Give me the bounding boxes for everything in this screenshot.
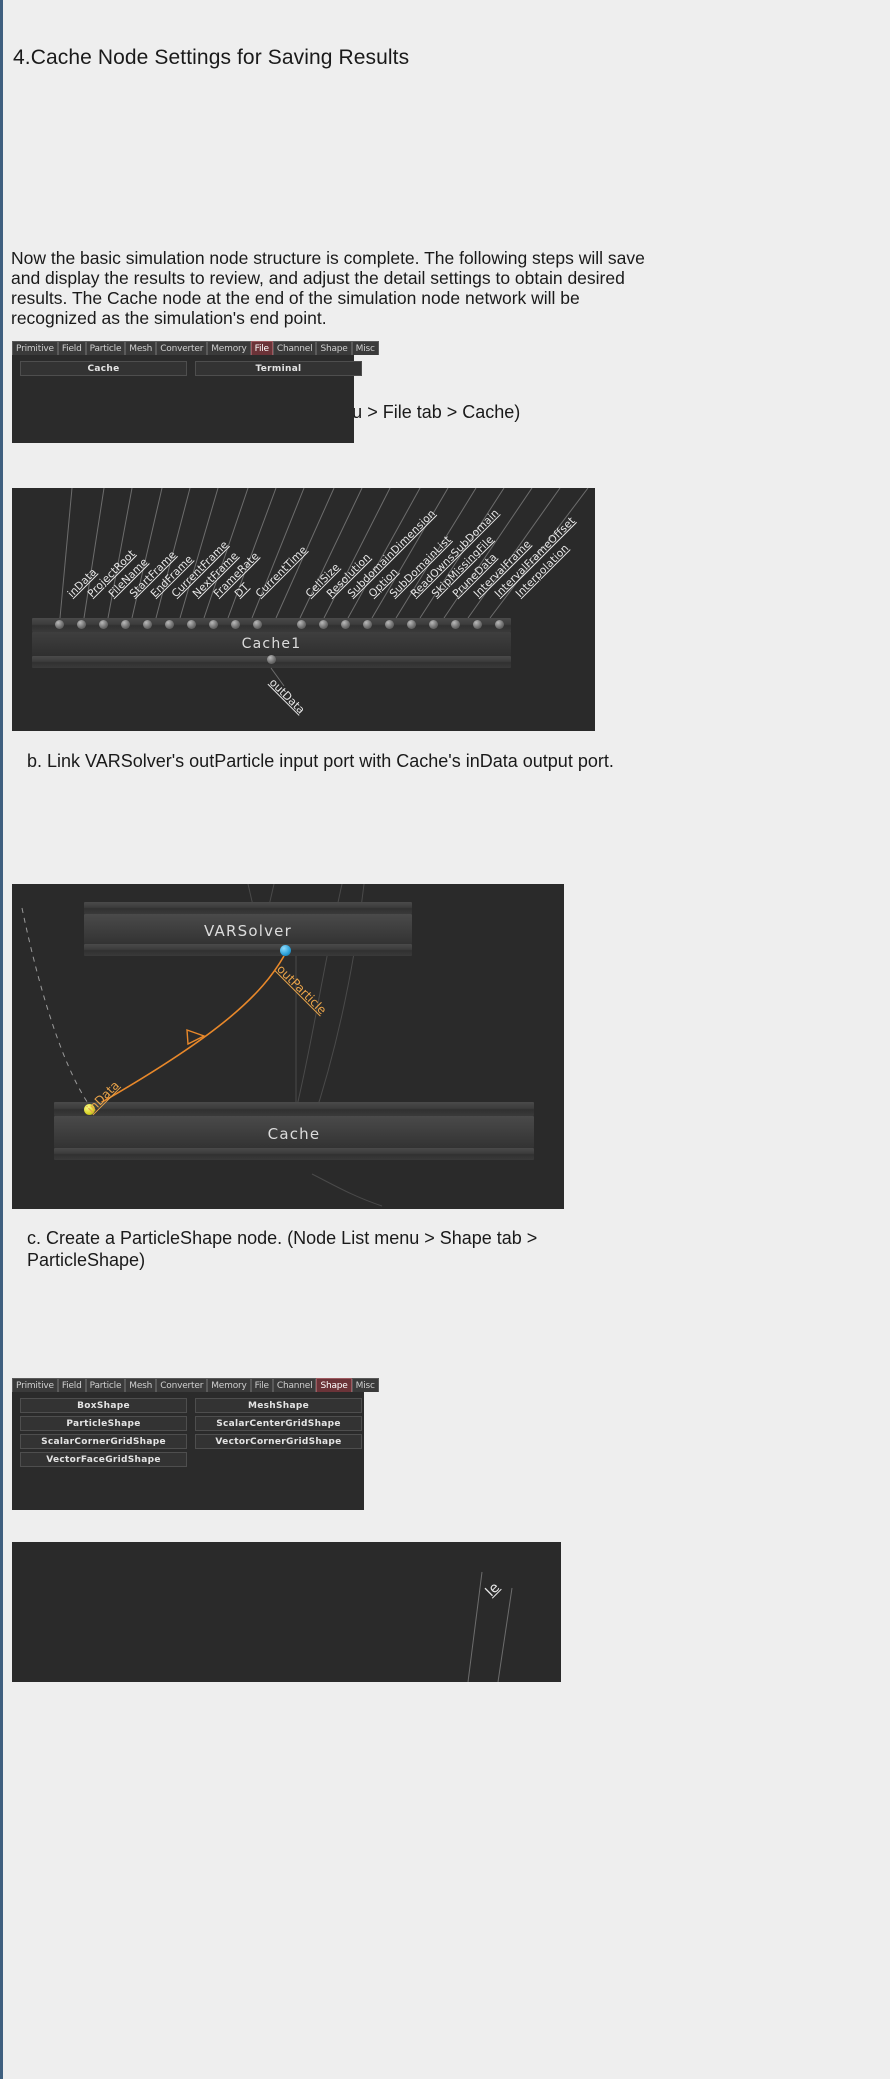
node-list-tabstrip-shape[interactable]: Primitive Field Particle Mesh Converter … <box>12 1378 379 1392</box>
tab-mesh-shape[interactable]: Mesh <box>125 1378 157 1392</box>
tab-particle[interactable]: Particle <box>85 341 126 355</box>
tab-channel[interactable]: Channel <box>272 341 317 355</box>
cache-link-node-title: Cache <box>267 1125 321 1143</box>
varsolver-node-output-bar[interactable] <box>84 944 412 956</box>
tab-misc[interactable]: Misc <box>351 341 379 355</box>
link-node-graph[interactable]: VARSolver outParticle inData Cache <box>12 884 564 1209</box>
node-list-menu-file[interactable]: Primitive Field Particle Mesh Converter … <box>12 341 379 443</box>
tab-shape-shape[interactable]: Shape <box>316 1378 352 1392</box>
node-button-particleshape[interactable]: ParticleShape <box>20 1416 187 1431</box>
intro-paragraph: Now the basic simulation node structure … <box>11 248 645 328</box>
tab-file-shape[interactable]: File <box>250 1378 273 1392</box>
varsolver-node-title: VARSolver <box>204 922 292 940</box>
varsolver-outparticle-port[interactable] <box>280 945 291 956</box>
tab-memory-shape[interactable]: Memory <box>207 1378 251 1392</box>
page-title: 4.Cache Node Settings for Saving Results <box>13 46 410 69</box>
step-c-text: c. Create a ParticleShape node. (Node Li… <box>27 1228 538 1270</box>
node-button-scalarcentergridshape[interactable]: ScalarCenterGridShape <box>195 1416 362 1431</box>
tab-primitive-shape[interactable]: Primitive <box>12 1378 58 1392</box>
cache-link-node-input-bar[interactable] <box>54 1102 534 1116</box>
node-list-row: ScalarCornerGridShape VectorCornerGridSh… <box>20 1434 362 1449</box>
step-b-text: b. Link VARSolver's outParticle input po… <box>27 751 614 771</box>
particleshape-node-graph[interactable]: le <box>12 1542 561 1682</box>
node-list-row: Cache Terminal <box>20 361 362 376</box>
particleshape-wires <box>467 1571 513 1682</box>
node-button-scalarcornergridshape[interactable]: ScalarCornerGridShape <box>20 1434 187 1449</box>
tab-field-shape[interactable]: Field <box>57 1378 86 1392</box>
tab-shape[interactable]: Shape <box>316 341 352 355</box>
varsolver-node-input-bar[interactable] <box>84 902 412 914</box>
node-button-cache[interactable]: Cache <box>20 361 187 376</box>
tutorial-page: 4.Cache Node Settings for Saving Results… <box>0 0 890 2079</box>
node-button-vectorfacegridshape[interactable]: VectorFaceGridShape <box>20 1452 187 1467</box>
node-list-body-shape: BoxShape MeshShape ParticleShape ScalarC… <box>12 1392 364 1478</box>
tab-file[interactable]: File <box>250 341 273 355</box>
cache-link-node-output-bar[interactable] <box>54 1148 534 1160</box>
node-button-terminal[interactable]: Terminal <box>195 361 362 376</box>
node-list-row: ParticleShape ScalarCenterGridShape <box>20 1416 362 1431</box>
node-list-menu-shape[interactable]: Primitive Field Particle Mesh Converter … <box>12 1378 379 1510</box>
tab-field[interactable]: Field <box>57 341 86 355</box>
node-list-row: BoxShape MeshShape <box>20 1398 362 1413</box>
tab-particle-shape[interactable]: Particle <box>85 1378 126 1392</box>
tab-misc-shape[interactable]: Misc <box>351 1378 379 1392</box>
tab-primitive[interactable]: Primitive <box>12 341 58 355</box>
node-list-tabstrip-file[interactable]: Primitive Field Particle Mesh Converter … <box>12 341 379 355</box>
node-button-meshshape[interactable]: MeshShape <box>195 1398 362 1413</box>
tab-converter[interactable]: Converter <box>156 341 208 355</box>
tab-converter-shape[interactable]: Converter <box>156 1378 208 1392</box>
cache-output-wire <box>270 667 285 687</box>
tab-mesh[interactable]: Mesh <box>125 341 157 355</box>
node-list-body-file: Cache Terminal <box>12 355 362 387</box>
node-button-vectorcornergridshape[interactable]: VectorCornerGridShape <box>195 1434 362 1449</box>
tab-channel-shape[interactable]: Channel <box>272 1378 317 1392</box>
cache-node-graph[interactable]: inData ProjectRoot FileName StartFrame E… <box>12 488 595 731</box>
node-list-row: VectorFaceGridShape <box>20 1452 356 1467</box>
tab-memory[interactable]: Memory <box>207 341 251 355</box>
node-button-boxshape[interactable]: BoxShape <box>20 1398 187 1413</box>
